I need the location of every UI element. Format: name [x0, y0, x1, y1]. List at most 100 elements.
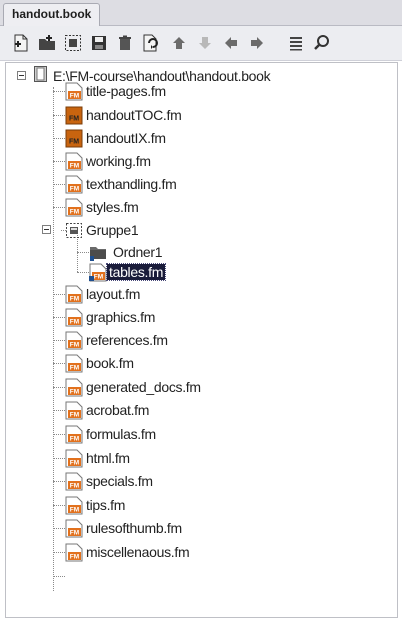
tree-item-label: specials.fm [86, 473, 153, 489]
tree-item-label: graphics.fm [86, 309, 156, 325]
tree-folder-label: Ordner1 [113, 244, 163, 260]
fm-file-icon: FM [65, 401, 83, 420]
fm-file-icon: FM [65, 308, 83, 327]
svg-text:FM: FM [94, 273, 103, 280]
svg-text:FM: FM [70, 295, 79, 302]
delete-icon[interactable] [116, 34, 134, 52]
tree-group-label: Gruppe1 [86, 222, 139, 238]
svg-text:FM: FM [70, 162, 79, 169]
tree-item-label: acrobat.fm [86, 402, 150, 418]
tree-item-label: generated_docs.fm [86, 379, 201, 395]
fm-file-icon: FM [65, 543, 83, 562]
svg-text:FM: FM [70, 506, 79, 513]
tree-item-label: rulesofthumb.fm [86, 520, 182, 536]
tree-item[interactable]: FM references.fm [65, 330, 168, 350]
svg-text:FM: FM [70, 482, 79, 489]
svg-text:FM: FM [70, 435, 79, 442]
tree-item[interactable]: FM acrobat.fm [65, 400, 149, 420]
fm-file-icon: FM [65, 331, 83, 350]
move-up-icon[interactable] [170, 34, 188, 52]
save-icon[interactable] [90, 34, 108, 52]
svg-text:FM: FM [70, 341, 79, 348]
tree-item[interactable]: FM title-pages.fm [65, 81, 166, 101]
fm-file-icon: FM [65, 82, 83, 101]
folder-icon [89, 243, 107, 262]
book-window: handout.book E:\FM-course\handout\handou… [0, 0, 402, 622]
tree-item-label: miscellenaous.fm [86, 544, 190, 560]
tree-item-label: html.fm [86, 450, 130, 466]
group-collapse-toggle[interactable] [42, 225, 51, 234]
tree-item[interactable]: FM specials.fm [65, 471, 153, 491]
tree-item[interactable]: FM generated_docs.fm [65, 377, 201, 397]
tree-item[interactable]: FM handoutTOC.fm [65, 105, 182, 125]
svg-text:FM: FM [70, 185, 79, 192]
tree-item-label: tables.fm [105, 263, 167, 281]
svg-text:FM: FM [70, 553, 79, 560]
book-icon [34, 65, 47, 87]
fm-file-icon: FM [65, 472, 83, 491]
tree-item-label: texthandling.fm [86, 176, 177, 192]
fm-file-icon: FM [65, 425, 83, 444]
move-left-icon[interactable] [222, 34, 240, 52]
group-icon [65, 221, 83, 240]
svg-text:FM: FM [70, 388, 79, 395]
tree-item[interactable]: FM html.fm [65, 448, 130, 468]
fm-file-icon: FM [65, 449, 83, 468]
add-file-icon[interactable] [12, 34, 30, 52]
update-book-icon[interactable] [142, 34, 160, 52]
tree-item[interactable]: FM styles.fm [65, 197, 139, 217]
tree-item-selected[interactable]: FM tables.fm [89, 262, 167, 282]
tree-item[interactable]: FM book.fm [65, 353, 134, 373]
svg-text:FM: FM [69, 115, 79, 122]
tree-group[interactable]: Gruppe1 [65, 220, 139, 240]
tree-item[interactable]: FM formulas.fm [65, 424, 156, 444]
svg-text:FM: FM [70, 92, 79, 99]
svg-text:FM: FM [70, 459, 79, 466]
tree-item[interactable]: FM graphics.fm [65, 307, 155, 327]
svg-text:FM: FM [70, 529, 79, 536]
tree-item[interactable]: FM texthandling.fm [65, 174, 177, 194]
tree-item-label: tips.fm [86, 497, 126, 513]
move-right-icon[interactable] [248, 34, 266, 52]
tree-item[interactable]: FM handoutIX.fm [65, 128, 166, 148]
svg-text:FM: FM [70, 208, 79, 215]
fm-file-icon: FM [89, 263, 107, 282]
fm-file-icon: FM [65, 175, 83, 194]
fm-file-icon: FM [65, 519, 83, 538]
tree-item-label: layout.fm [86, 286, 141, 302]
tree-folder[interactable]: Ordner1 [89, 242, 163, 262]
tree-item-label: styles.fm [86, 199, 139, 215]
search-icon[interactable] [313, 34, 331, 52]
fm-file-icon: FM [65, 285, 83, 304]
book-tree: E:\FM-course\handout\handout.book FM tit… [5, 62, 398, 618]
fm-generated-file-icon: FM [65, 129, 83, 148]
tree-item[interactable]: FM rulesofthumb.fm [65, 518, 182, 538]
move-down-icon[interactable] [196, 34, 214, 52]
tree-item[interactable]: FM miscellenaous.fm [65, 542, 190, 562]
add-folder-icon[interactable] [38, 34, 56, 52]
tab-bar: handout.book [0, 0, 402, 26]
tree-item-label: title-pages.fm [86, 83, 166, 99]
svg-text:FM: FM [70, 364, 79, 371]
tree-item[interactable]: FM tips.fm [65, 495, 125, 515]
fm-file-icon: FM [65, 152, 83, 171]
tree-item-label: references.fm [86, 332, 168, 348]
tab-handout-book[interactable]: handout.book [3, 3, 101, 26]
tree-item-label: handoutTOC.fm [86, 107, 182, 123]
add-group-icon[interactable] [64, 34, 82, 52]
svg-text:FM: FM [70, 411, 79, 418]
svg-text:FM: FM [70, 318, 79, 325]
tree-item-label: working.fm [86, 153, 151, 169]
list-icon[interactable] [287, 34, 305, 52]
fm-file-icon: FM [65, 496, 83, 515]
root-collapse-toggle[interactable] [17, 71, 26, 80]
svg-text:FM: FM [69, 138, 79, 145]
fm-file-icon: FM [65, 198, 83, 217]
tree-item[interactable]: FM layout.fm [65, 284, 140, 304]
tree-item-label: handoutIX.fm [86, 130, 166, 146]
fm-file-icon: FM [65, 354, 83, 373]
tree-item-label: formulas.fm [86, 426, 156, 442]
tree-item[interactable]: FM working.fm [65, 151, 151, 171]
tree-item-label: book.fm [86, 355, 134, 371]
fm-file-icon: FM [65, 378, 83, 397]
